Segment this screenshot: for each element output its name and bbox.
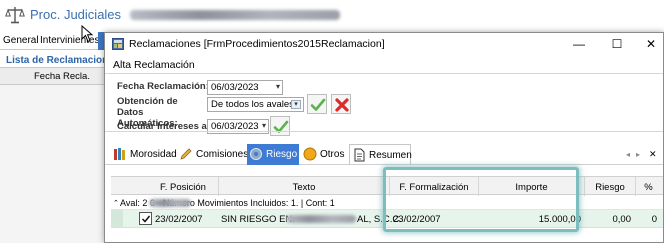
tab-label: Otros [320, 149, 345, 160]
chevron-down-icon[interactable]: ▾ [262, 121, 266, 130]
table-row[interactable]: 23/02/2007 SIN RIESGO EN: AL, S.C.C. 23/… [111, 210, 663, 228]
cell-f-posicion: 23/02/2007 [155, 214, 203, 225]
tab-label: Riesgo [266, 149, 298, 160]
fecha-reclamacion-picker[interactable]: 06/03/2023 ▾ [207, 80, 283, 95]
tab-riesgo[interactable]: Riesgo [247, 144, 299, 165]
row-indicator [111, 210, 123, 228]
redacted-name [286, 215, 356, 223]
column-header-importe[interactable]: Importe [479, 182, 584, 193]
tab-label: Morosidad [130, 149, 177, 160]
minimize-button[interactable]: — [570, 35, 588, 53]
app-icon [112, 38, 124, 50]
tab-scroll-right-button[interactable]: ▸ [636, 150, 640, 159]
redacted-account-number [149, 199, 191, 207]
tab-close-button[interactable]: ✕ [649, 149, 657, 160]
close-button[interactable]: ✕ [642, 35, 660, 53]
cell-percent: 0 [651, 214, 657, 225]
column-header-f-formalizacion[interactable]: F. Formalización [390, 182, 478, 193]
checkmark-icon [141, 215, 151, 223]
cell-f-formalizacion: 23/02/2007 [393, 214, 441, 225]
riesgo-grid[interactable]: F. Posición Texto F. Formalización Impor… [111, 176, 663, 242]
checkmark-icon [310, 98, 326, 111]
group-row[interactable]: ⌃ Aval: 2 6 - Número Movimientos Incluid… [111, 196, 663, 210]
tab-label: Comisiones [196, 149, 249, 160]
background-window-title: Proc. Judiciales [30, 7, 122, 22]
tab-general[interactable]: General [3, 35, 39, 46]
tab-scroll-left-button[interactable]: ◂ [626, 150, 630, 159]
tab-resumen[interactable]: Resumen [349, 144, 412, 165]
section-title: Alta Reclamación [113, 59, 195, 71]
reclamaciones-list-grid[interactable]: Fecha Recla. [0, 67, 104, 243]
scales-of-justice-icon [5, 7, 25, 24]
coin-icon [303, 147, 317, 161]
grid-header[interactable]: Fecha Recla. [0, 68, 104, 85]
mouse-cursor-icon [81, 25, 94, 43]
gear-icon [250, 148, 262, 160]
column-header-percent[interactable]: % [636, 182, 661, 193]
chevron-down-icon[interactable]: ▾ [291, 100, 301, 109]
reclamaciones-dialog: Reclamaciones [FrmProcedimientos2015Recl… [104, 32, 664, 243]
tab-label: Resumen [369, 150, 412, 161]
dialog-titlebar[interactable]: Reclamaciones [FrmProcedimientos2015Recl… [105, 33, 663, 55]
divider [105, 73, 663, 74]
document-icon [354, 148, 365, 162]
column-header-texto[interactable]: Texto [219, 182, 389, 193]
column-header-fecha-recla[interactable]: Fecha Recla. [34, 71, 90, 82]
fecha-reclamacion-label: Fecha Reclamación: [117, 81, 209, 92]
obtencion-datos-value: De todos los avales [211, 99, 294, 110]
cell-riesgo: 0,00 [612, 214, 632, 225]
fecha-reclamacion-value: 06/03/2023 [211, 82, 259, 93]
maximize-button[interactable]: ☐ [608, 35, 626, 53]
grid-body [0, 85, 104, 243]
background-window-titlebar: Proc. Judiciales [0, 0, 664, 30]
cell-texto-prefix: SIN RIESGO EN: [221, 214, 295, 225]
column-header-riesgo[interactable]: Riesgo [585, 182, 635, 193]
dialog-title: Reclamaciones [FrmProcedimientos2015Recl… [129, 38, 385, 50]
checkmark-icon [273, 120, 289, 133]
books-icon [114, 148, 125, 160]
calcular-confirm-button[interactable] [270, 116, 290, 136]
redacted-title-text [130, 10, 340, 20]
cell-importe: 15.000,00 [538, 214, 581, 225]
red-x-icon [335, 98, 349, 112]
cancel-button[interactable] [331, 94, 351, 114]
chevron-down-icon[interactable]: ▾ [276, 82, 280, 91]
sidebar-title: Lista de Reclamaciones [6, 55, 120, 66]
pencil-icon [180, 148, 192, 160]
group-row-collapse-icon[interactable]: ⌃ [113, 199, 119, 207]
tab-morosidad[interactable]: Morosidad [111, 144, 177, 165]
confirm-button[interactable] [307, 94, 327, 114]
column-header-f-posicion[interactable]: F. Posición [148, 182, 218, 193]
divider [105, 131, 663, 132]
detail-tabbar: Morosidad Comisiones Riesgo Otros Resume… [105, 144, 663, 165]
tab-comisiones[interactable]: Comisiones [177, 144, 249, 165]
grid-header: F. Posición Texto F. Formalización Impor… [111, 176, 663, 196]
obtencion-datos-select[interactable]: De todos los avales ▾ [207, 97, 304, 112]
tab-otros[interactable]: Otros [301, 144, 347, 165]
row-checkbox[interactable] [139, 212, 152, 225]
